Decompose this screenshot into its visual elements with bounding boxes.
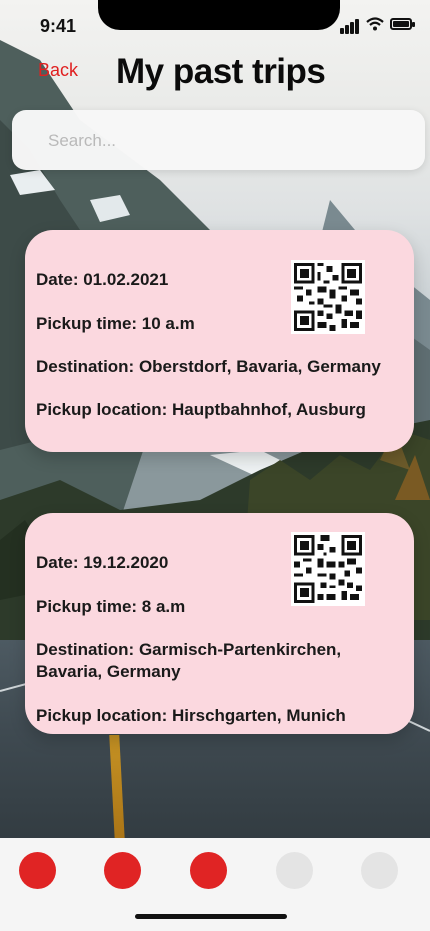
trip-pickup-location: Pickup location: Hauptbahnhof, Ausburg [36,400,366,419]
wifi-icon [366,17,384,31]
tab-item-1[interactable] [19,852,56,889]
tab-item-2[interactable] [104,852,141,889]
status-time: 9:41 [40,16,77,36]
trip-date: Date: 01.02.2021 [36,270,169,289]
trip-pickup-time: Pickup time: 10 a.m [36,314,195,333]
status-icons [340,16,416,34]
trip-destination: Destination: Oberstdorf, Bavaria, German… [36,357,381,376]
trip-pickup-location: Pickup location: Hirschgarten, Munich [36,706,346,725]
home-indicator[interactable] [135,914,287,919]
tab-item-4[interactable] [276,852,313,889]
search-bar[interactable] [12,110,425,170]
qr-code-icon[interactable] [291,532,365,606]
status-bar: 9:41 [0,0,430,52]
trip-date: Date: 19.12.2020 [36,553,169,572]
notch [98,0,340,30]
trip-card[interactable]: Date: 01.02.2021 Pickup time: 10 a.m Des… [25,230,414,452]
tab-item-3[interactable] [190,852,227,889]
tab-item-5[interactable] [361,852,398,889]
battery-icon [390,18,415,30]
back-button[interactable]: Back [38,60,78,81]
page-title: My past trips [116,52,326,91]
trip-destination-line-2: Bavaria, Germany [36,662,181,681]
qr-code-icon[interactable] [291,260,365,334]
trip-card[interactable]: Date: 19.12.2020 Pickup time: 8 a.m Dest… [25,513,414,734]
trip-destination-line-1: Destination: Garmisch-Partenkirchen, [36,640,342,659]
search-input[interactable] [46,128,410,154]
screen: 9:41 Back My past trips Date: 01.02.2021… [0,0,430,931]
trip-pickup-time: Pickup time: 8 a.m [36,597,186,616]
